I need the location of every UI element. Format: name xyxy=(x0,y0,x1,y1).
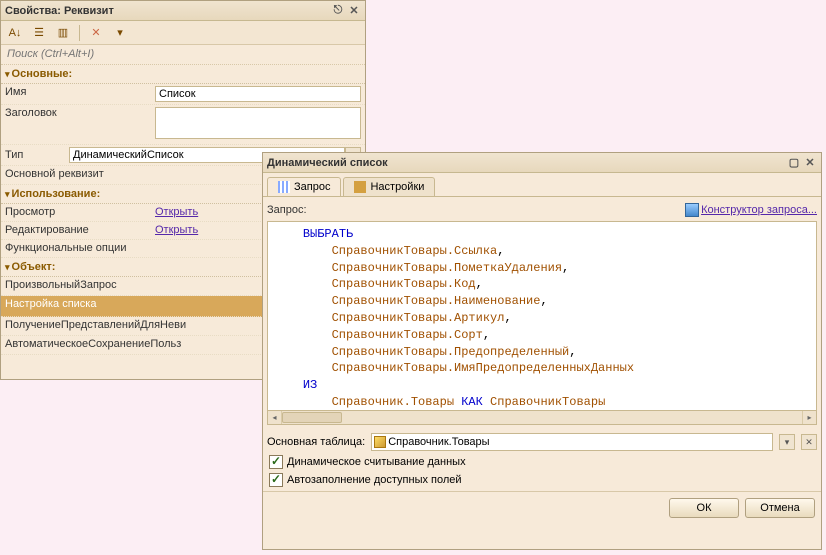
name-label: Имя xyxy=(5,86,155,98)
tab-query[interactable]: Запрос xyxy=(267,177,341,196)
scroll-left-icon[interactable]: ◂ xyxy=(268,411,282,424)
main-table-select[interactable]: Справочник.Товары xyxy=(371,433,773,451)
tools-icon xyxy=(354,181,366,193)
query-code[interactable]: ВЫБРАТЬ СправочникТовары.Ссылка, Справоч… xyxy=(267,221,817,411)
search-row xyxy=(1,45,365,65)
properties-toolbar: A↓ ☰ ▥ ✕ ▾ xyxy=(1,21,365,45)
type-label: Тип xyxy=(5,149,69,161)
dyn-title: Динамический список xyxy=(267,157,785,169)
query-builder-link[interactable]: Конструктор запроса... xyxy=(685,203,817,217)
filter-icon[interactable]: ▥ xyxy=(53,23,73,43)
name-input[interactable] xyxy=(155,86,361,102)
grid-icon xyxy=(278,181,290,193)
scroll-track[interactable] xyxy=(282,411,802,424)
cancel-button[interactable]: Отмена xyxy=(745,498,815,518)
prop-title: Заголовок xyxy=(1,105,365,145)
main-table-label: Основная таблица: xyxy=(267,436,365,448)
table-dropdown-icon[interactable]: ▾ xyxy=(779,434,795,450)
view-link[interactable]: Открыть xyxy=(155,206,198,218)
query-area: Запрос: Конструктор запроса... ВЫБРАТЬ С… xyxy=(263,196,821,491)
search-input[interactable] xyxy=(5,47,361,61)
maximize-icon[interactable]: ▢ xyxy=(787,156,801,170)
toolbar-separator xyxy=(79,25,80,41)
scroll-right-icon[interactable]: ▸ xyxy=(802,411,816,424)
autofill-row: Автозаполнение доступных полей xyxy=(267,473,817,487)
main-table-value: Справочник.Товары xyxy=(386,436,770,448)
scroll-thumb[interactable] xyxy=(282,412,342,423)
table-icon xyxy=(374,436,386,448)
pin-icon[interactable]: ⎋ xyxy=(331,4,345,18)
tab-query-label: Запрос xyxy=(294,181,330,193)
list-setup-label: Настройка списка xyxy=(5,298,302,310)
view-label: Просмотр xyxy=(5,206,155,218)
main-table-row: Основная таблица: Справочник.Товары ▾ ✕ xyxy=(267,433,817,451)
dyn-close-icon[interactable]: ✕ xyxy=(803,156,817,170)
title-label: Заголовок xyxy=(5,107,155,142)
builder-icon xyxy=(685,203,699,217)
prop-name: Имя xyxy=(1,84,365,105)
h-scrollbar[interactable]: ◂ ▸ xyxy=(267,411,817,425)
edit-link[interactable]: Открыть xyxy=(155,224,198,236)
query-label: Запрос: xyxy=(267,204,307,216)
dyn-titlebar: Динамический список ▢ ✕ xyxy=(263,153,821,173)
properties-titlebar: Свойства: Реквизит ⎋ ✕ xyxy=(1,1,365,21)
dialog-buttons: ОК Отмена xyxy=(263,491,821,524)
dropdown-icon[interactable]: ▾ xyxy=(110,23,130,43)
dyn-read-checkbox[interactable] xyxy=(269,455,283,469)
builder-link-text: Конструктор запроса... xyxy=(701,204,817,216)
close-icon[interactable]: ✕ xyxy=(347,4,361,18)
title-input[interactable] xyxy=(155,107,361,139)
dyn-read-label: Динамическое считывание данных xyxy=(287,456,466,468)
properties-title: Свойства: Реквизит xyxy=(5,5,329,17)
section-main[interactable]: Основные: xyxy=(1,65,365,84)
tab-settings-label: Настройки xyxy=(370,181,424,193)
category-icon[interactable]: ☰ xyxy=(29,23,49,43)
clear-icon[interactable]: ✕ xyxy=(86,23,106,43)
tab-settings[interactable]: Настройки xyxy=(343,177,435,196)
dynamic-list-dialog: Динамический список ▢ ✕ Запрос Настройки… xyxy=(262,152,822,550)
autofill-label: Автозаполнение доступных полей xyxy=(287,474,462,486)
dyn-read-row: Динамическое считывание данных xyxy=(267,455,817,469)
autofill-checkbox[interactable] xyxy=(269,473,283,487)
table-clear-icon[interactable]: ✕ xyxy=(801,434,817,450)
sort-icon[interactable]: A↓ xyxy=(5,23,25,43)
edit-label: Редактирование xyxy=(5,224,155,236)
tabs: Запрос Настройки xyxy=(263,173,821,196)
query-header: Запрос: Конструктор запроса... xyxy=(267,201,817,221)
ok-button[interactable]: ОК xyxy=(669,498,739,518)
funcopts-label: Функциональные опции xyxy=(5,242,155,254)
